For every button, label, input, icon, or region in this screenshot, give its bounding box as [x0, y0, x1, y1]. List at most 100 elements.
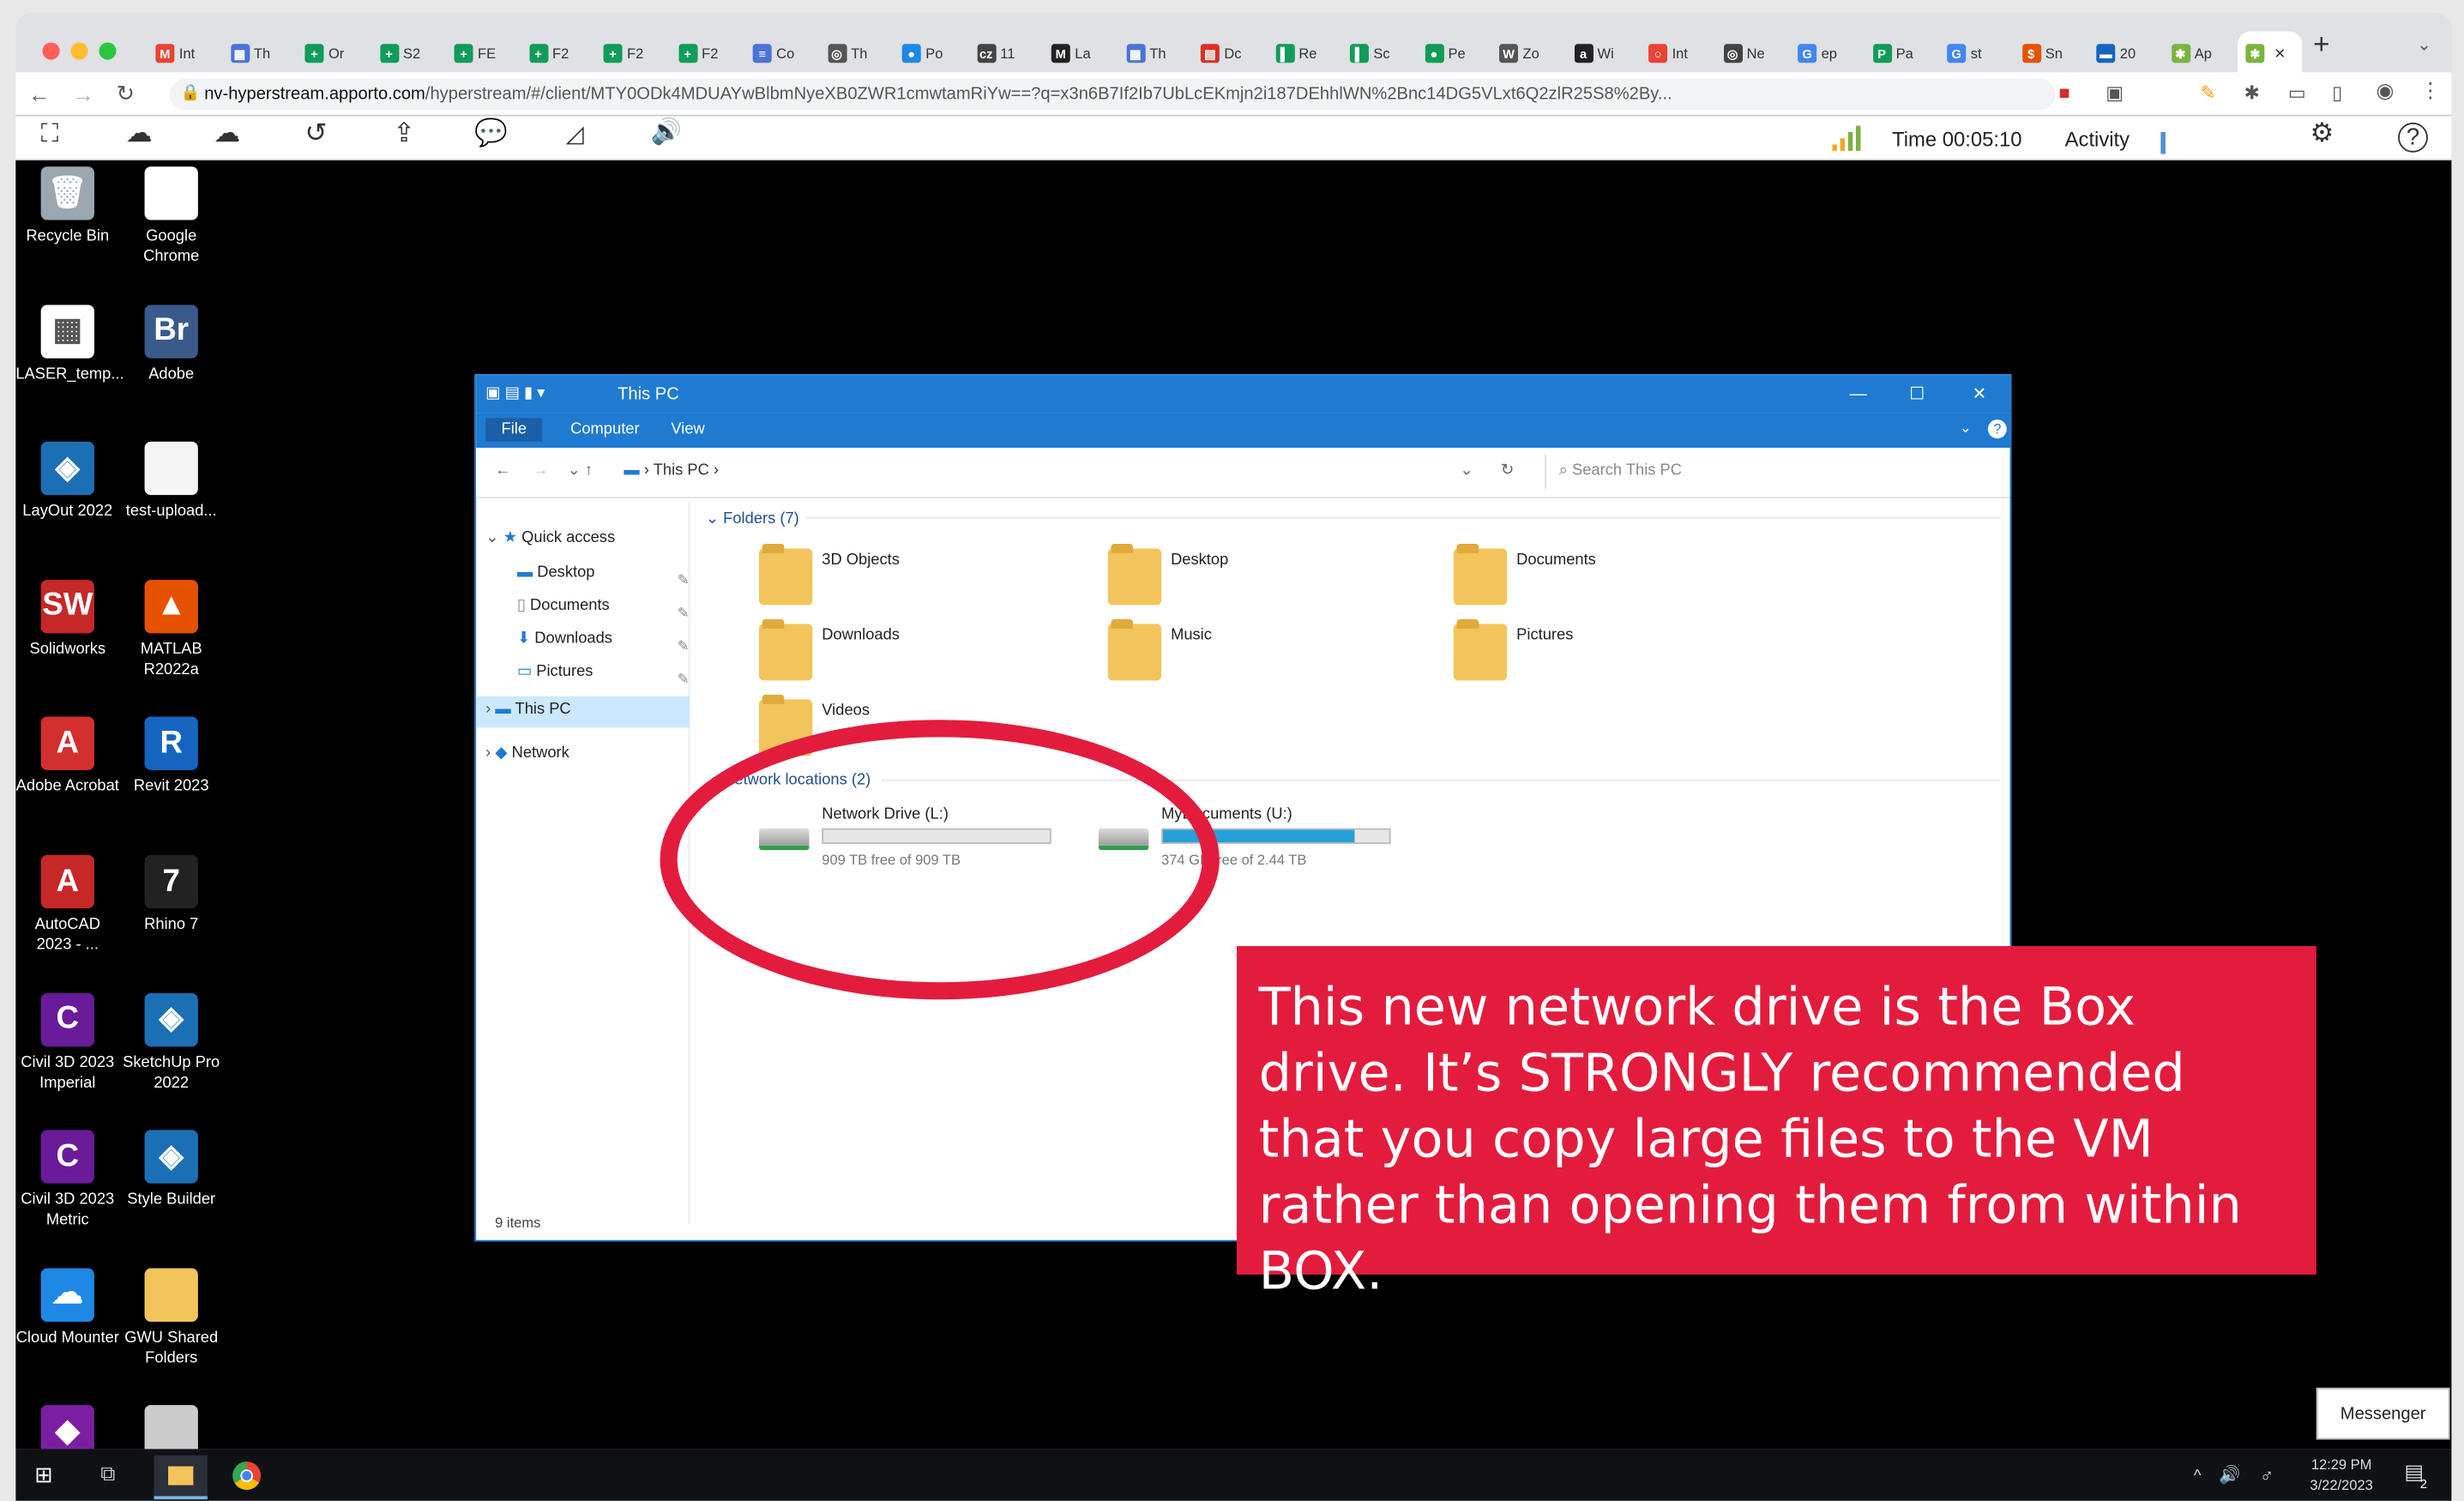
folder-item[interactable]: Pictures	[1453, 618, 1573, 681]
help-icon[interactable]: ?	[1987, 419, 2007, 439]
browser-tab[interactable]: + F2	[670, 32, 734, 75]
desktop-icon[interactable]: 7 Rhino 7	[119, 854, 223, 935]
browser-tab[interactable]: + F2	[521, 32, 585, 75]
desktop-icon[interactable]: R Revit 2023	[119, 717, 223, 797]
forward-arrow-icon[interactable]: →	[533, 462, 548, 479]
desktop-icon[interactable]: SW Solidworks	[15, 579, 119, 660]
up-arrow-icon[interactable]: ⌄ ↑	[567, 462, 593, 479]
activity-label[interactable]: Activity	[2065, 127, 2130, 150]
download-cloud-icon[interactable]: ☁	[214, 119, 240, 146]
browser-tab[interactable]: ◎ Ne	[1715, 32, 1780, 75]
desktop-icon[interactable]: Br Adobe	[119, 304, 223, 384]
browser-tab[interactable]: + FE	[446, 32, 510, 75]
help-icon[interactable]: ?	[2398, 122, 2428, 153]
browser-tab[interactable]: ● Po	[895, 32, 959, 75]
nav-item-documents[interactable]: ▯ Documents	[517, 597, 610, 614]
desktop-icon[interactable]: ◈ Style Builder	[119, 1130, 223, 1210]
extension-icon[interactable]: ▣	[2106, 81, 2124, 104]
sidebar-icon[interactable]: ▯	[2332, 81, 2342, 104]
ribbon-tab-file[interactable]: File	[485, 418, 543, 442]
ribbon-tab-view[interactable]: View	[671, 421, 704, 438]
maximize-window-icon[interactable]	[99, 42, 117, 60]
network-tray-icon[interactable]: ♂	[2260, 1465, 2274, 1487]
browser-tab[interactable]: + F2	[595, 32, 660, 75]
nav-item-pictures[interactable]: ▭ Pictures	[517, 663, 593, 680]
upload-cloud-icon[interactable]: ☁	[126, 119, 153, 146]
folder-item[interactable]: Documents	[1453, 543, 1596, 606]
desktop-icon[interactable]: A AutoCAD 2023 - ...	[15, 854, 119, 955]
extension-icon[interactable]: ✎	[2200, 81, 2215, 104]
nav-item-downloads[interactable]: ⬇ Downloads	[517, 630, 612, 648]
browser-tab[interactable]: + S2	[371, 32, 436, 75]
browser-tab[interactable]: ≡ Co	[745, 32, 810, 75]
settings-gear-icon[interactable]: ⚙	[2310, 119, 2334, 146]
browser-tab[interactable]: ✱ Ap	[2163, 32, 2227, 75]
desktop-icon[interactable]: C Civil 3D 2023 Imperial	[15, 992, 119, 1093]
signal-icon[interactable]: ◿	[566, 123, 584, 147]
file-explorer-taskbar-button[interactable]	[154, 1455, 208, 1500]
nav-item-network[interactable]: › ◆ Network	[485, 745, 569, 763]
volume-icon[interactable]: 🔊	[2219, 1465, 2240, 1487]
volume-icon[interactable]: 🔊	[651, 120, 683, 145]
browser-tab[interactable]: ▤ Dc	[1193, 32, 1257, 75]
nav-quick-access[interactable]: ⌄ ★ Quick access	[485, 529, 615, 546]
close-tab-icon[interactable]: ✕	[2274, 45, 2286, 62]
desktop-icon[interactable]: Google Chrome	[119, 166, 223, 267]
browser-tab[interactable]: ● Pe	[1417, 32, 1481, 75]
browser-tab[interactable]: Gst	[1939, 32, 2003, 75]
browser-tab[interactable]: ▌ Sc	[1342, 32, 1407, 75]
browser-tab[interactable]: ▬ 20	[2088, 32, 2153, 75]
taskbar-clock[interactable]: 12:29 PM 3/22/2023	[2298, 1456, 2386, 1497]
browser-tab[interactable]: W Zo	[1491, 32, 1556, 75]
minimize-icon[interactable]: —	[1850, 376, 1867, 413]
desktop-icon[interactable]: ◈ LayOut 2022	[15, 442, 119, 521]
restore-icon[interactable]: ↺	[304, 119, 327, 146]
desktop-icon[interactable]: C Civil 3D 2023 Metric	[15, 1130, 119, 1231]
messenger-button[interactable]: Messenger	[2316, 1387, 2450, 1440]
browser-tab[interactable]: ○ Int	[1641, 32, 1705, 75]
fullscreen-icon[interactable]: ⛶	[41, 122, 59, 147]
folder-item[interactable]: Music	[1107, 618, 1212, 681]
explorer-search-input[interactable]: ⌕ Search This PC	[1545, 454, 2000, 489]
profile-icon[interactable]: ◉	[2376, 80, 2394, 102]
browser-tab[interactable]: M La	[1044, 32, 1108, 75]
share-icon[interactable]: ⇪	[393, 119, 415, 146]
browser-tab[interactable]: ▦ Th	[1118, 32, 1183, 75]
address-bar[interactable]: 🔒 nv-hyperstream.apporto.com/hyperstream…	[169, 78, 2056, 111]
chevron-down-icon[interactable]: ⌄	[2417, 34, 2431, 57]
chrome-taskbar-icon[interactable]	[232, 1462, 262, 1491]
browser-tab[interactable]: cz 11	[969, 32, 1033, 75]
breadcrumb[interactable]: ▬ › This PC ›	[624, 462, 719, 479]
forward-icon[interactable]: →	[72, 83, 94, 105]
chevron-down-icon[interactable]: ⌄	[1960, 419, 1972, 437]
nav-item-desktop[interactable]: ▬ Desktop	[517, 564, 595, 582]
desktop-icon[interactable]: ☁ Cloud Mounter	[15, 1268, 119, 1347]
close-icon[interactable]: ✕	[1973, 376, 1987, 413]
chevron-down-icon[interactable]: ⌄	[1460, 462, 1473, 479]
tray-chevron-icon[interactable]: ^	[2194, 1467, 2202, 1489]
maximize-icon[interactable]: ☐	[1909, 376, 1925, 413]
desktop-icon[interactable]: test-upload...	[119, 442, 223, 521]
folder-item[interactable]: 3D Objects	[759, 543, 900, 606]
nav-item-this-pc[interactable]: › ▬ This PC	[476, 696, 690, 728]
folders-header[interactable]: ⌄ Folders (7)	[706, 510, 799, 527]
refresh-icon[interactable]: ↻	[1501, 462, 1514, 479]
browser-tab[interactable]: + Or	[297, 32, 361, 75]
back-icon[interactable]: ←	[28, 83, 51, 105]
browser-tab[interactable]: P Pa	[1865, 32, 1929, 75]
puzzle-icon[interactable]: ✱	[2244, 81, 2260, 104]
folder-item[interactable]: Desktop	[1107, 543, 1228, 606]
minimize-window-icon[interactable]	[70, 42, 88, 60]
folder-item[interactable]: Downloads	[759, 618, 900, 681]
desktop-icon[interactable]: ◈ SketchUp Pro 2022	[119, 992, 223, 1093]
windows-start-icon[interactable]: ⊞	[34, 1463, 53, 1486]
desktop-icon[interactable]: ▲ MATLAB R2022a	[119, 579, 223, 680]
extension-icon[interactable]: ■	[2058, 81, 2069, 104]
browser-tab[interactable]: $ Sn	[2014, 32, 2078, 75]
browser-tab[interactable]: ▌ Re	[1268, 32, 1332, 75]
new-tab-icon[interactable]: +	[2313, 30, 2329, 58]
browser-tab[interactable]: ◎ Th	[820, 32, 884, 75]
browser-tab[interactable]: ▦ Th	[222, 32, 286, 75]
desktop-icon[interactable]: ▦ LASER_temp...	[15, 304, 124, 384]
reload-icon[interactable]: ↻	[117, 81, 136, 104]
